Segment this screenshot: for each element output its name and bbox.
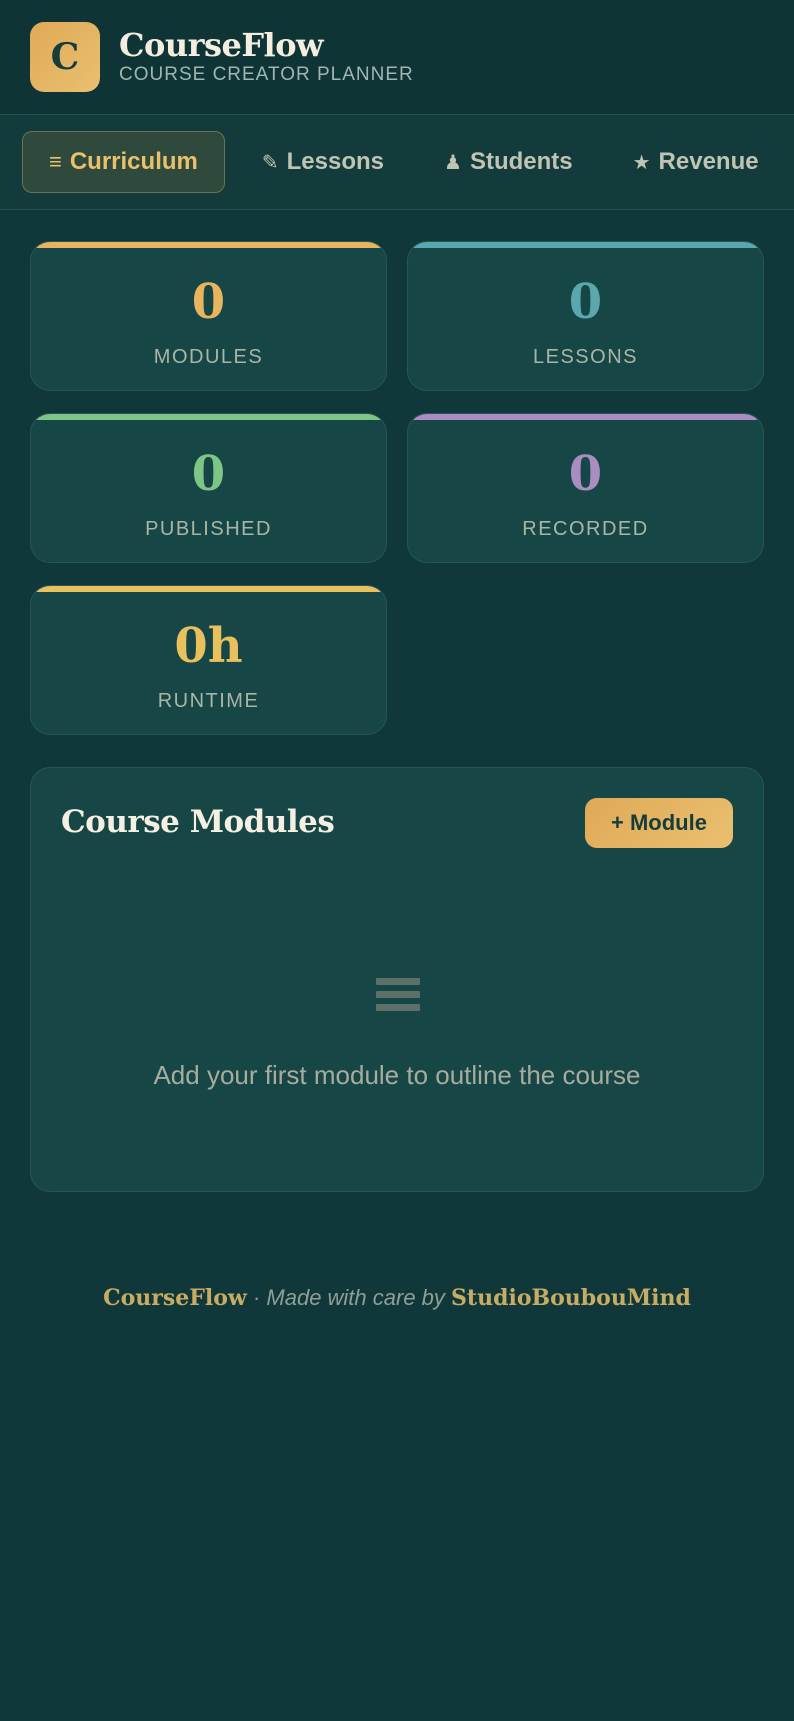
tab-label: Revenue xyxy=(658,148,759,175)
stat-value: 0 xyxy=(568,446,603,502)
panel-title: Course Modules xyxy=(61,804,335,840)
footer-separator: · xyxy=(246,1285,267,1310)
tab-revenue[interactable]: ★ Revenue xyxy=(608,131,784,193)
app-tagline: COURSE CREATOR PLANNER xyxy=(119,64,414,85)
empty-state-text: Add your first module to outline the cou… xyxy=(153,1060,641,1090)
tab-label: Lessons xyxy=(286,148,384,175)
stat-accent-bar xyxy=(31,586,386,592)
list-icon: ≡ xyxy=(49,149,62,174)
star-icon: ★ xyxy=(632,151,651,174)
stat-card-published: 0 PUBLISHED xyxy=(30,413,387,563)
stat-value: 0 xyxy=(568,274,603,330)
tab-students[interactable]: ♟ Students xyxy=(419,131,598,193)
app-logo: C xyxy=(30,22,100,92)
stat-card-lessons: 0 LESSONS xyxy=(407,241,764,391)
stat-card-runtime: 0h RUNTIME xyxy=(30,585,387,735)
footer-studio-link[interactable]: StudioBoubouMind xyxy=(451,1285,691,1311)
stat-value: 0h xyxy=(174,618,243,674)
brand: CourseFlow COURSE CREATOR PLANNER xyxy=(119,28,414,86)
tab-label: Curriculum xyxy=(69,148,198,175)
stat-value: 0 xyxy=(191,274,226,330)
person-icon: ♟ xyxy=(444,151,462,174)
stat-accent-bar xyxy=(31,414,386,420)
tab-lessons[interactable]: ✎ Lessons xyxy=(237,131,409,193)
app-header: C CourseFlow COURSE CREATOR PLANNER xyxy=(0,0,794,115)
tab-label: Students xyxy=(469,148,573,175)
stat-accent-bar xyxy=(31,242,386,248)
stat-label: LESSONS xyxy=(533,346,638,368)
stat-card-recorded: 0 RECORDED xyxy=(407,413,764,563)
add-module-button[interactable]: + Module xyxy=(585,798,733,848)
stat-label: PUBLISHED xyxy=(145,518,272,540)
footer: CourseFlow · Made with care by StudioBou… xyxy=(0,1285,794,1311)
stat-accent-bar xyxy=(408,242,763,248)
app-name: CourseFlow xyxy=(119,26,324,64)
footer-credit: Made with care by xyxy=(266,1285,445,1310)
stat-label: MODULES xyxy=(153,346,264,368)
course-modules-panel: Course Modules + Module Add your first m… xyxy=(30,767,764,1192)
stat-card-modules: 0 MODULES xyxy=(30,241,387,391)
pencil-icon: ✎ xyxy=(261,151,279,174)
stat-value: 0 xyxy=(191,446,226,502)
footer-brand: CourseFlow xyxy=(103,1285,247,1311)
stat-label: RECORDED xyxy=(522,518,649,540)
stats-grid: 0 MODULES 0 LESSONS 0 PUBLISHED 0 RECORD… xyxy=(30,241,764,735)
main-nav: ≡ Curriculum ✎ Lessons ♟ Students ★ Reve… xyxy=(0,115,794,210)
stat-label: RUNTIME xyxy=(157,690,260,712)
tab-curriculum[interactable]: ≡ Curriculum xyxy=(22,131,225,193)
list-icon xyxy=(376,978,420,1018)
stat-accent-bar xyxy=(408,414,763,420)
